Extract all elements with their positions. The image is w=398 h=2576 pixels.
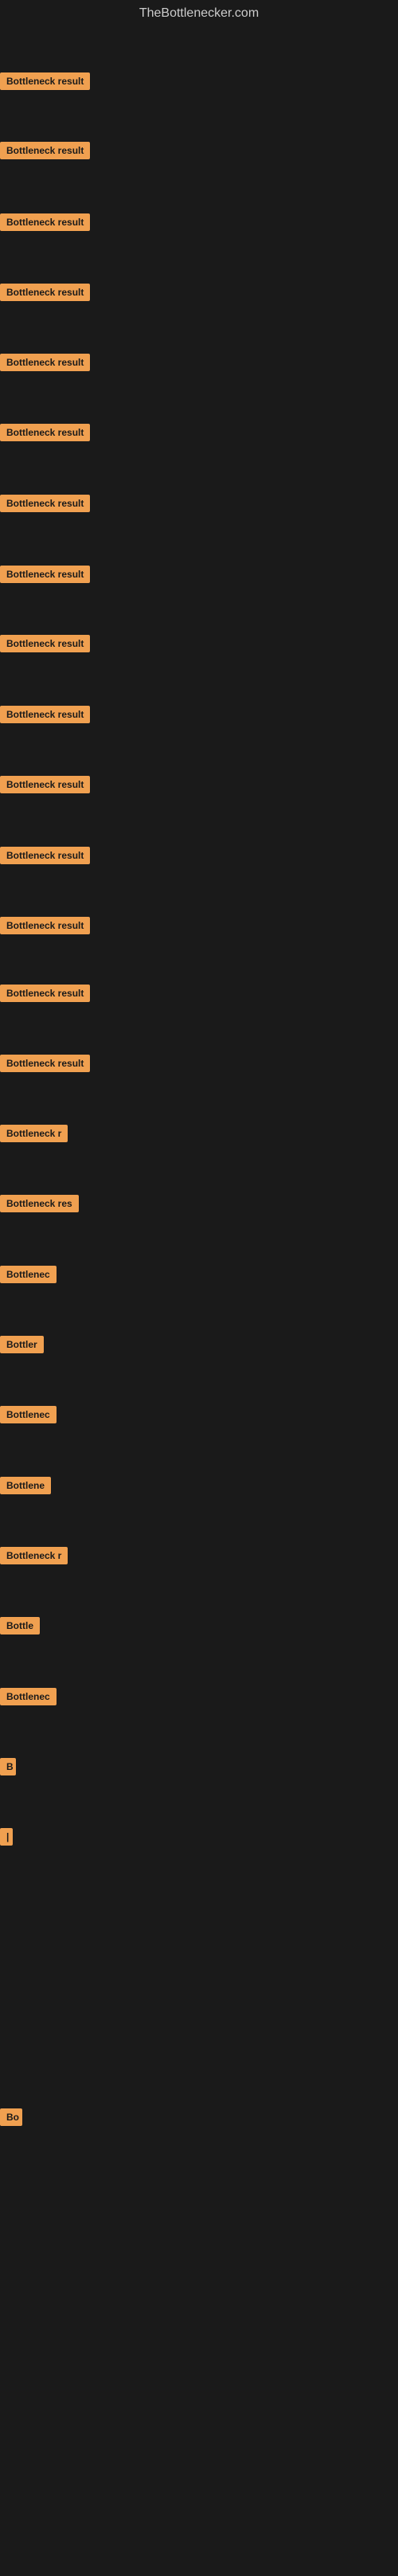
bottleneck-badge: Bottle [0, 1617, 40, 1634]
bottleneck-badge: Bottlene [0, 1477, 51, 1494]
bottleneck-badge: Bottleneck result [0, 706, 90, 723]
bottleneck-result-item: Bottler [0, 1336, 44, 1357]
bottleneck-badge: Bottleneck r [0, 1547, 68, 1564]
bottleneck-result-item: Bottlenec [0, 1406, 57, 1427]
bottleneck-result-item: Bottleneck result [0, 847, 90, 868]
bottleneck-result-item: Bottleneck result [0, 72, 90, 94]
bottleneck-badge: Bottlenec [0, 1688, 57, 1705]
bottleneck-badge: | [0, 1828, 13, 1846]
bottleneck-badge: Bottleneck result [0, 424, 90, 441]
bottleneck-badge: Bottleneck result [0, 917, 90, 934]
bottleneck-result-item: Bottleneck result [0, 284, 90, 305]
bottleneck-badge: Bottler [0, 1336, 44, 1353]
bottleneck-result-item: Bottleneck result [0, 495, 90, 516]
bottleneck-result-item: Bottleneck result [0, 776, 90, 797]
bottleneck-badge: Bottlenec [0, 1406, 57, 1423]
site-title: TheBottlenecker.com [0, 0, 398, 27]
bottleneck-result-item: Bottleneck result [0, 917, 90, 938]
bottleneck-badge: Bottleneck result [0, 72, 90, 90]
bottleneck-badge: Bottleneck result [0, 142, 90, 159]
bottleneck-badge: Bottleneck result [0, 985, 90, 1002]
bottleneck-badge: Bottleneck result [0, 354, 90, 371]
bottleneck-result-item: Bottleneck result [0, 142, 90, 163]
bottleneck-result-item: Bottleneck result [0, 424, 90, 445]
bottleneck-result-item: Bottleneck result [0, 706, 90, 727]
bottleneck-badge: Bottleneck res [0, 1195, 79, 1212]
bottleneck-result-item: Bottleneck result [0, 635, 90, 656]
bottleneck-result-item: Bottleneck result [0, 213, 90, 235]
bottleneck-badge: Bottlenec [0, 1266, 57, 1283]
bottleneck-badge: Bottleneck result [0, 566, 90, 583]
bottleneck-result-item: B [0, 1758, 16, 1779]
bottleneck-result-item: Bottlene [0, 1477, 51, 1498]
bottleneck-result-item: Bottleneck res [0, 1195, 79, 1216]
bottleneck-result-item: Bottleneck r [0, 1547, 68, 1568]
bottleneck-result-item: Bottlenec [0, 1688, 57, 1709]
bottleneck-badge: Bottleneck result [0, 847, 90, 864]
bottleneck-badge: Bottleneck r [0, 1125, 68, 1142]
bottleneck-badge: Bottleneck result [0, 495, 90, 512]
bottleneck-badge: Bottleneck result [0, 1055, 90, 1072]
bottleneck-result-item: | [0, 1828, 13, 1850]
bottleneck-result-item: Bo [0, 2108, 22, 2130]
bottleneck-badge: Bottleneck result [0, 635, 90, 652]
bottleneck-badge: Bottleneck result [0, 213, 90, 231]
bottleneck-result-item: Bottleneck result [0, 566, 90, 587]
bottleneck-result-item: Bottleneck result [0, 1055, 90, 1076]
bottleneck-badge: B [0, 1758, 16, 1775]
bottleneck-result-item: Bottleneck result [0, 354, 90, 375]
bottleneck-result-item: Bottleneck result [0, 985, 90, 1006]
bottleneck-badge: Bo [0, 2108, 22, 2126]
bottleneck-badge: Bottleneck result [0, 284, 90, 301]
bottleneck-result-item: Bottle [0, 1617, 40, 1638]
bottleneck-badge: Bottleneck result [0, 776, 90, 793]
bottleneck-result-item: Bottleneck r [0, 1125, 68, 1146]
bottleneck-result-item: Bottlenec [0, 1266, 57, 1287]
